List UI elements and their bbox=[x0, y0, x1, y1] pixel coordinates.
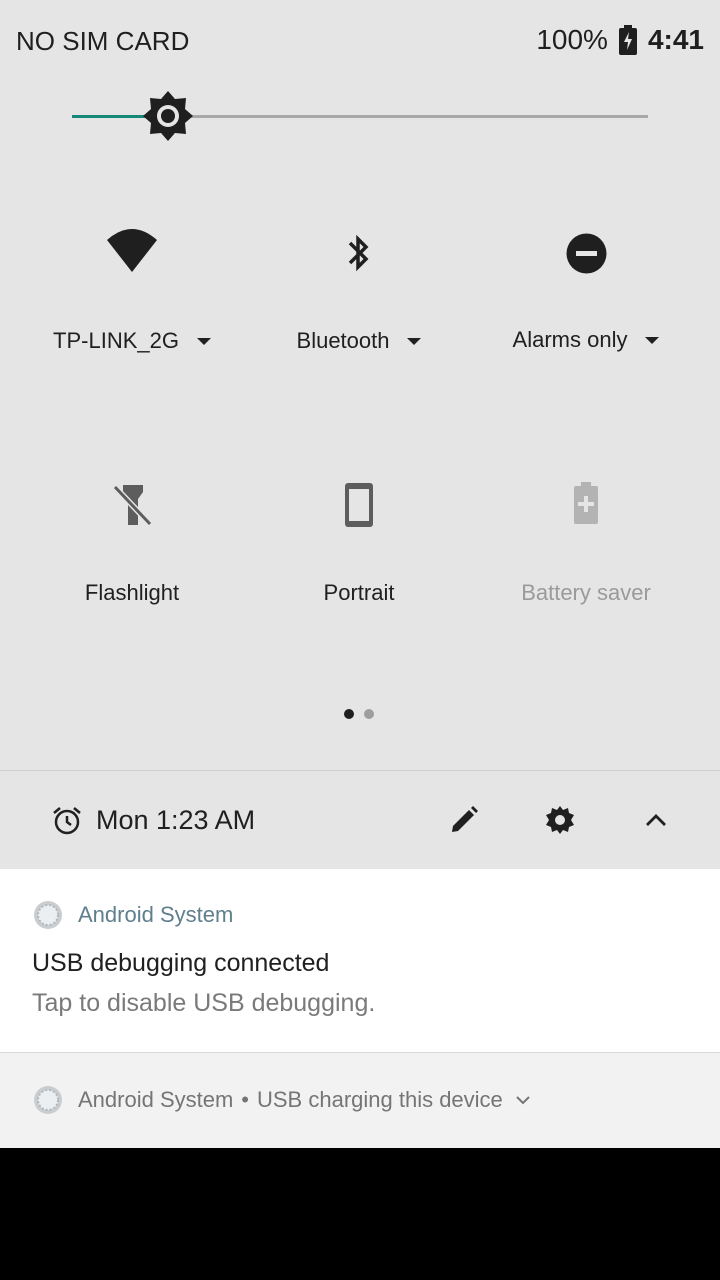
bullet-separator: • bbox=[241, 1087, 249, 1112]
notification-usb-debugging[interactable]: Android System USB debugging connected T… bbox=[0, 869, 720, 1052]
edit-button[interactable] bbox=[444, 800, 484, 840]
notification-collapsed-row: Android System • USB charging this devic… bbox=[32, 1084, 531, 1116]
flashlight-off-icon bbox=[112, 484, 153, 527]
collapse-button[interactable] bbox=[636, 800, 676, 840]
tile-flashlight[interactable]: Flashlight bbox=[17, 482, 247, 606]
android-system-icon bbox=[34, 1086, 62, 1114]
background-area bbox=[0, 1148, 720, 1280]
quick-settings-panel: NO SIM CARD 100% 4:41 TP-LINK_2G Bluetoo… bbox=[0, 0, 720, 770]
tile-do-not-disturb[interactable]: Alarms only bbox=[471, 233, 701, 353]
notification-usb-charging[interactable]: Android System • USB charging this devic… bbox=[0, 1053, 720, 1148]
battery-charging-icon bbox=[618, 25, 637, 55]
brightness-slider[interactable] bbox=[72, 91, 648, 141]
battery-saver-icon bbox=[574, 482, 598, 524]
tile-flashlight-label: Flashlight bbox=[84, 580, 180, 605]
notification-app-name: Android System bbox=[78, 1087, 234, 1112]
tile-wifi-label[interactable]: TP-LINK_2G bbox=[53, 328, 211, 354]
notification-header: Android System bbox=[32, 899, 233, 931]
chevron-down-icon bbox=[196, 337, 211, 345]
page-dot-active bbox=[344, 709, 354, 719]
expand-chevron-icon[interactable] bbox=[515, 1095, 531, 1105]
next-alarm-text: Mon 1:23 AM bbox=[96, 805, 256, 835]
status-right: 100% 4:41 bbox=[536, 24, 704, 56]
carrier-label: NO SIM CARD bbox=[16, 26, 190, 56]
tile-bluetooth-label[interactable]: Bluetooth bbox=[297, 328, 422, 354]
wifi-icon bbox=[107, 229, 157, 272]
page-dot bbox=[364, 709, 374, 719]
tile-battery-saver-label: Battery saver bbox=[521, 580, 651, 605]
settings-button[interactable] bbox=[540, 800, 580, 840]
tile-wifi[interactable]: TP-LINK_2G bbox=[17, 228, 247, 354]
chevron-down-icon bbox=[407, 337, 422, 345]
battery-percent: 100% bbox=[536, 24, 608, 55]
notification-app-name: Android System bbox=[78, 902, 234, 927]
bluetooth-icon bbox=[348, 234, 369, 272]
pencil-icon bbox=[452, 806, 478, 832]
next-alarm[interactable]: Mon 1:23 AM bbox=[52, 805, 255, 836]
notification-body: Tap to disable USB debugging. bbox=[32, 989, 376, 1017]
notification-summary: USB charging this device bbox=[257, 1087, 503, 1112]
tile-dnd-label[interactable]: Alarms only bbox=[513, 327, 660, 353]
tile-battery-saver[interactable]: Battery saver bbox=[471, 482, 701, 606]
tile-portrait[interactable]: Portrait bbox=[244, 482, 474, 606]
page-indicator bbox=[344, 709, 374, 719]
alarm-clock-icon bbox=[53, 806, 81, 834]
clock: 4:41 bbox=[647, 24, 704, 55]
notification-title: USB debugging connected bbox=[32, 949, 330, 977]
do-not-disturb-icon bbox=[566, 233, 606, 274]
tile-portrait-label: Portrait bbox=[323, 580, 395, 605]
tile-bluetooth[interactable]: Bluetooth bbox=[244, 232, 474, 354]
gear-icon bbox=[546, 806, 574, 834]
portrait-icon bbox=[345, 483, 373, 527]
brightness-icon[interactable] bbox=[141, 89, 195, 143]
chevron-up-icon bbox=[646, 814, 666, 826]
chevron-down-icon bbox=[645, 336, 660, 344]
android-system-icon bbox=[34, 901, 62, 929]
quick-settings-footer: Mon 1:23 AM bbox=[0, 771, 720, 869]
